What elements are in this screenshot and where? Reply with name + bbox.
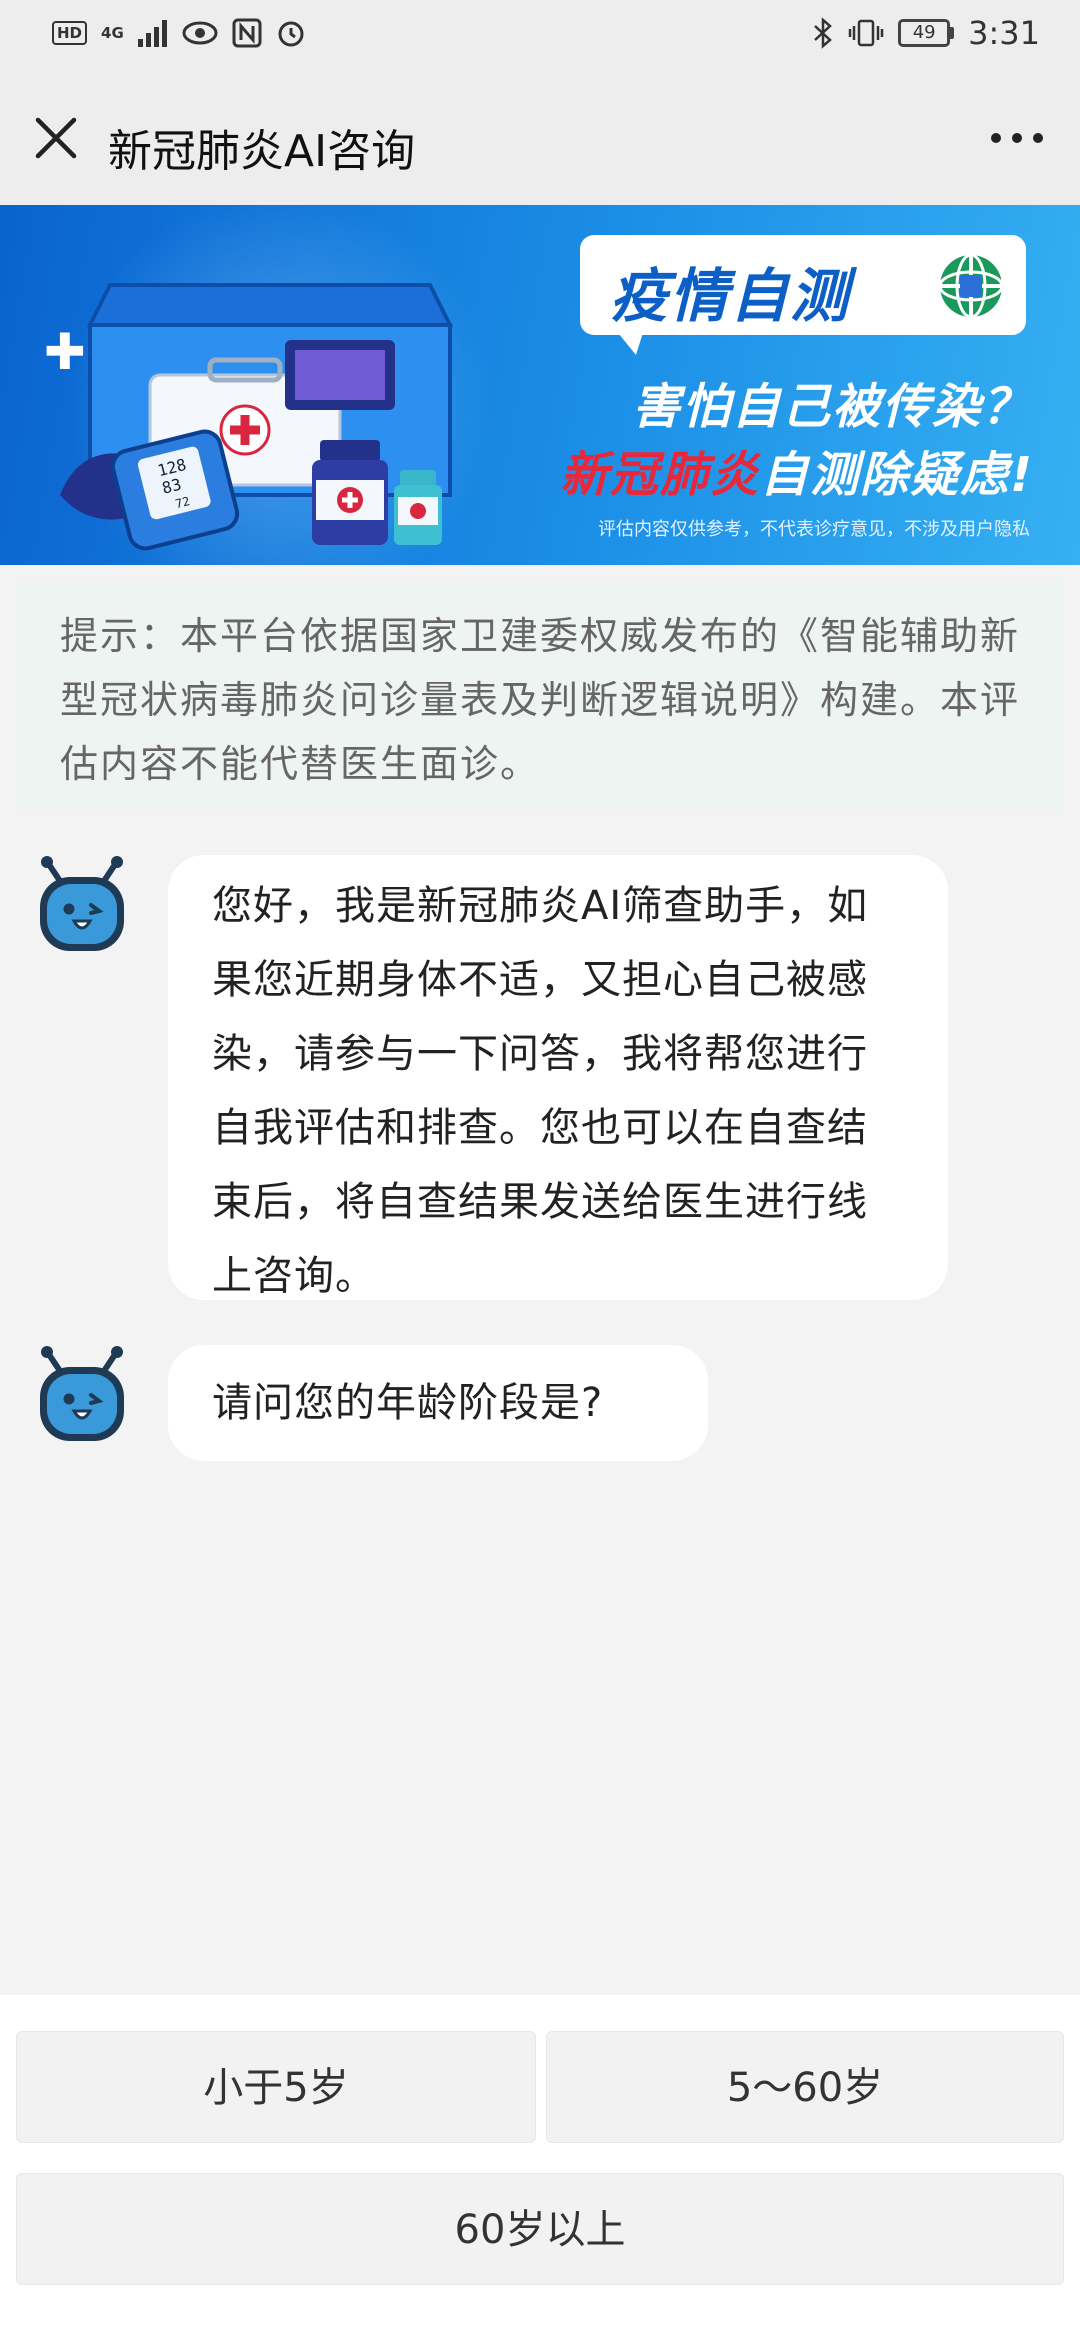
bot-message-row: 请问您的年龄阶段是? [0, 1345, 1080, 1465]
option-over-60-button[interactable]: 60岁以上 [16, 2173, 1064, 2285]
network-type-label: 4G [101, 23, 124, 42]
signal-bars-icon [137, 20, 167, 47]
page-title: 新冠肺炎AI咨询 [108, 126, 416, 177]
self-test-tag: 疫情自测 [580, 235, 1026, 335]
close-icon[interactable] [28, 110, 84, 166]
title-bar: 新冠肺炎AI咨询 [0, 75, 1080, 205]
chat-bubble-greeting: 您好，我是新冠肺炎AI筛查助手，如果您近期身体不适，又担心自己被感染，请参与一下… [168, 855, 948, 1300]
vibrate-icon [848, 19, 884, 47]
banner-subheadline-white: 自测除疑虑! [760, 447, 1034, 503]
banner-headline: 害怕自己被传染？ [631, 379, 1032, 435]
banner-disclaimer: 评估内容仅供参考，不代表诊疗意见，不涉及用户隐私 [598, 519, 1030, 540]
chat-bubble-age-question: 请问您的年龄阶段是? [168, 1345, 708, 1461]
banner-subheadline: 新冠肺炎自测除疑虑! [560, 435, 1034, 505]
medical-kit-illustration: 128 83 72 [60, 283, 454, 551]
option-under-5-button[interactable]: 小于5岁 [16, 2031, 536, 2143]
alarm-icon [278, 21, 304, 47]
robot-avatar-icon [40, 1346, 124, 1441]
hd-icon: HD [52, 21, 88, 45]
option-5-to-60-button[interactable]: 5～60岁 [546, 2031, 1064, 2143]
answer-options: 小于5岁 5～60岁 60岁以上 [0, 1995, 1080, 2340]
globe-logo-icon [938, 253, 1004, 319]
status-left-icons: HD 4G [52, 18, 306, 48]
bot-message-row: 您好，我是新冠肺炎AI筛查助手，如果您近期身体不适，又担心自己被感染，请参与一下… [0, 855, 1080, 1305]
nfc-icon [232, 18, 262, 48]
battery-icon: 49 [898, 19, 955, 47]
banner-subheadline-red: 新冠肺炎 [560, 447, 761, 503]
signal-4g-icon: 4G [101, 23, 124, 42]
robot-avatar-icon [40, 856, 124, 951]
status-bar: HD 4G 49 3:31 [0, 0, 1080, 75]
bluetooth-icon [814, 17, 833, 49]
self-test-title: 疫情自测 [610, 262, 851, 330]
promo-banner[interactable]: ✚ 128 83 72 疫情自测 害怕自己被传染？ 新冠肺炎自测除疑虑! 评估内… [0, 205, 1080, 565]
status-time: 3:31 [968, 14, 1040, 52]
eye-icon [182, 21, 218, 45]
status-right-icons: 49 3:31 [812, 14, 1040, 52]
battery-level: 49 [898, 19, 951, 47]
more-options-icon[interactable] [982, 113, 1052, 163]
disclaimer-tip: 提示：本平台依据国家卫建委权威发布的《智能辅助新型冠状病毒肺炎问诊量表及判断逻辑… [16, 580, 1064, 810]
